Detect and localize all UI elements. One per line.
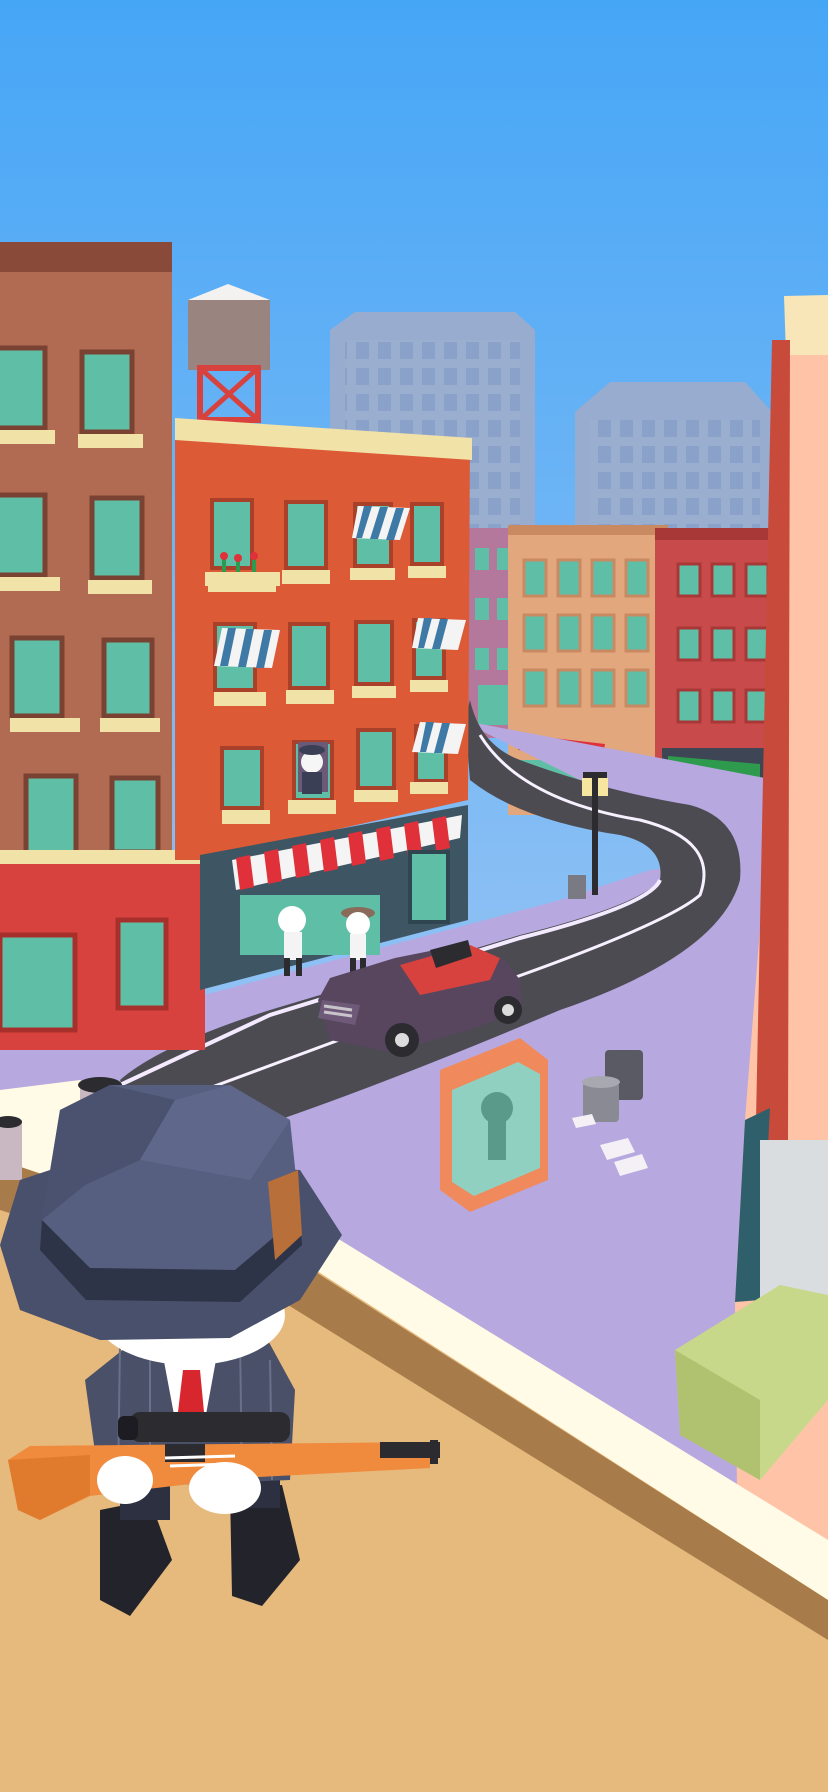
building-orange-center [175,418,472,990]
enemy-in-window[interactable] [298,742,328,794]
trash-can-far [568,875,586,899]
game-scene[interactable] [0,0,828,1792]
player-left-hand [97,1456,153,1504]
phone-booth [440,1038,548,1212]
player-right-hand [189,1462,261,1514]
distant-skyscraper-right [575,382,772,540]
rifle-scope [130,1412,290,1442]
